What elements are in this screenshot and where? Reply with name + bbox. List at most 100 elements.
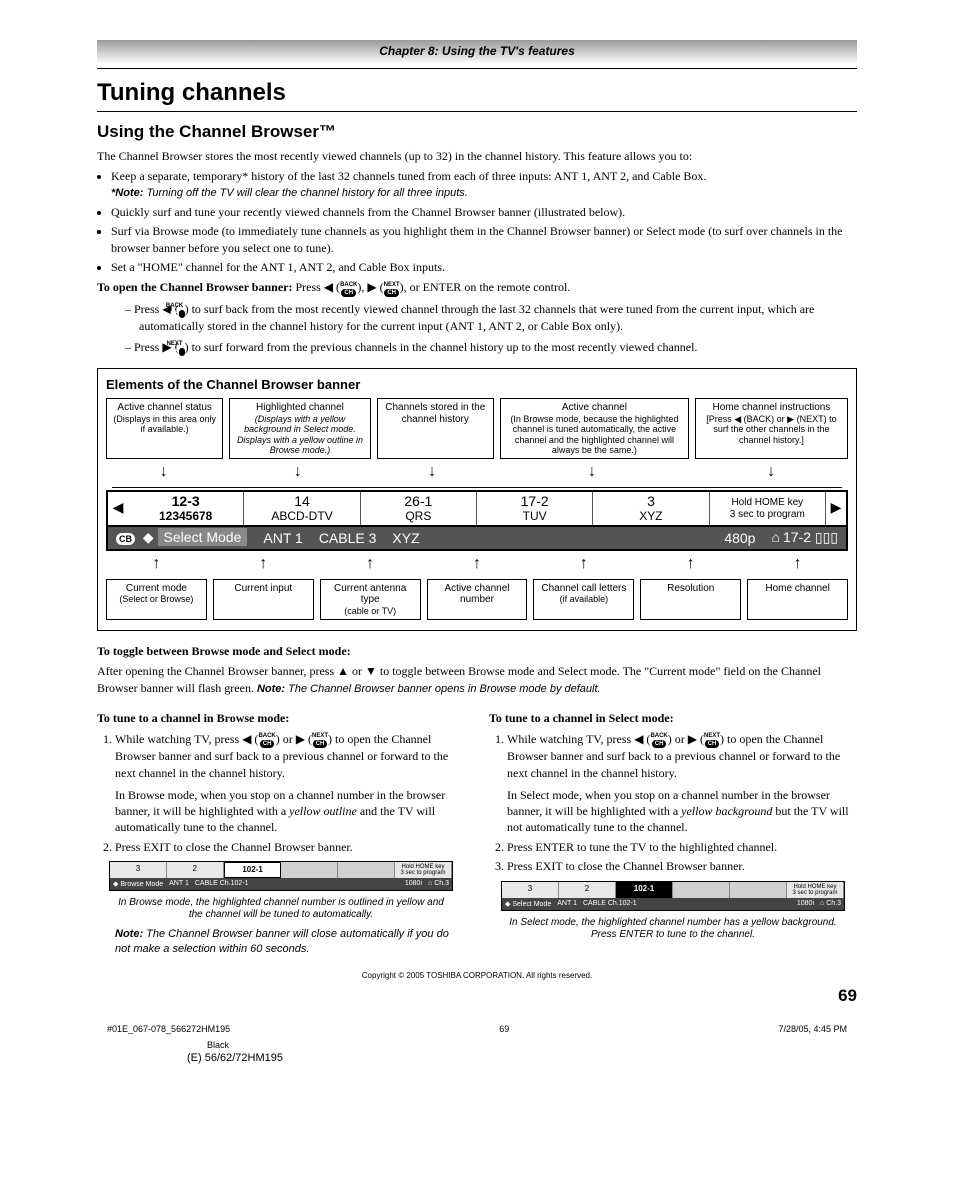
arrow-up-icon xyxy=(533,555,634,577)
back-button-icon-2: BACKCH xyxy=(179,301,185,318)
left-caption: In Browse mode, the highlighted channel … xyxy=(113,897,449,921)
next-button-icon-2: NEXTCH xyxy=(179,339,185,356)
callout-bot-0-t: Current mode xyxy=(126,583,187,594)
left-title: To tune to a channel in Browse mode: xyxy=(97,711,289,725)
mini-cell-0: 3 xyxy=(502,882,559,898)
channel-browser-banner: ◀ 12-3 12345678 14 ABCD-DTV 26-1 QRS 17-… xyxy=(106,490,848,527)
status-resolution: 480p xyxy=(716,530,763,546)
select-mode-column: To tune to a channel in Select mode: Whi… xyxy=(489,706,857,961)
callout-top-0-t: Active channel status xyxy=(117,402,212,413)
arrow-up-icon xyxy=(427,555,528,577)
status-mode: Select Mode xyxy=(158,528,248,546)
open-banner-label: To open the Channel Browser banner: xyxy=(97,280,292,294)
connector-line xyxy=(112,487,842,488)
mini-res: 1080i xyxy=(797,900,814,908)
banner-cell-1: 14 ABCD-DTV xyxy=(244,492,360,525)
section-title: Using the Channel Browser™ xyxy=(97,122,857,142)
arrow-up-icon xyxy=(640,555,741,577)
status-call-letters: XYZ xyxy=(384,530,716,546)
footer-date: 7/28/05, 4:45 PM xyxy=(778,1024,847,1034)
right-caption: In Select mode, the highlighted channel … xyxy=(505,917,841,941)
callouts-top: Active channel status(Displays in this a… xyxy=(106,398,848,459)
dash2-text: to surf forward from the previous channe… xyxy=(192,340,698,354)
dash2-pre: – Press xyxy=(125,340,159,354)
mini-cell-empty xyxy=(338,862,395,878)
callout-bot-3-t: Active channel number xyxy=(444,583,509,606)
mini-cell-0: 3 xyxy=(110,862,167,878)
banner-cell-4-num: 3 xyxy=(595,494,706,509)
page-title: Tuning channels xyxy=(97,79,857,107)
banner-cell-1-num: 14 xyxy=(246,494,357,509)
top-arrows xyxy=(106,463,848,485)
right-title: To tune to a channel in Select mode: xyxy=(489,711,674,725)
status-bar: CB ◆ Select Mode ANT 1 CABLE 3 XYZ 480p … xyxy=(106,527,848,551)
dash-list: – Press ◀ (BACKCH) to surf back from the… xyxy=(125,301,857,357)
next-button-icon: NEXTCH xyxy=(384,280,400,297)
next-button-icon-4: NEXTCH xyxy=(704,731,720,748)
toggle-title: To toggle between Browse mode and Select… xyxy=(97,643,857,659)
diagram-title: Elements of the Channel Browser banner xyxy=(106,377,848,392)
mini-banner-browse: 3 2 102-1 Hold HOME key3 sec to program … xyxy=(109,861,453,891)
dash1-pre: – Press xyxy=(125,302,159,316)
banner-home-cell: Hold HOME key 3 sec to program xyxy=(710,492,826,525)
banner-home-l1: Hold HOME key xyxy=(712,497,823,509)
callouts-bottom: Current mode(Select or Browse) Current i… xyxy=(106,579,848,620)
callout-top-3-d: (In Browse mode, because the highlighted… xyxy=(510,414,678,455)
mini-cell-1: 2 xyxy=(167,862,224,878)
footer-file: #01E_067-078_566272HM195 xyxy=(107,1024,230,1034)
mini-cell-empty xyxy=(730,882,787,898)
mini-banner-select: 3 2 102-1 Hold HOME key3 sec to program … xyxy=(501,881,845,911)
mini-mode: Select Mode xyxy=(512,901,551,908)
banner-cell-2-num: 26-1 xyxy=(363,494,474,509)
mini-home: Ch.3 xyxy=(434,880,449,887)
status-antenna: CABLE 3 xyxy=(311,530,385,546)
footer-model: (E) 56/62/72HM195 xyxy=(187,1052,857,1064)
callout-top-2-t: Channels stored in the channel history xyxy=(385,402,485,425)
dash1-text: to surf back from the most recently view… xyxy=(139,302,814,334)
banner-right-arrow-icon: ▶ xyxy=(826,492,846,525)
bullet-2: Quickly surf and tune your recently view… xyxy=(111,204,857,220)
callout-bot-5-t: Resolution xyxy=(667,583,714,594)
browse-mode-column: To tune to a channel in Browse mode: Whi… xyxy=(97,706,465,961)
callout-top-4-d: [Press ◀ (BACK) or ▶ (NEXT) to surf the … xyxy=(706,414,836,445)
title-rule xyxy=(97,111,857,112)
callout-bot-2-t: Current antenna type xyxy=(334,583,406,606)
arrow-up-icon xyxy=(213,555,314,577)
callout-top-4-t: Home channel instructions xyxy=(713,402,831,413)
mini-cell-1: 2 xyxy=(559,882,616,898)
copyright: Copyright © 2005 TOSHIBA CORPORATION. Al… xyxy=(97,971,857,980)
arrow-down-icon xyxy=(106,463,221,485)
top-rule xyxy=(97,68,857,69)
banner-cell-4-label: XYZ xyxy=(595,510,706,523)
chapter-bar: Chapter 8: Using the TV's features xyxy=(97,40,857,64)
mini-cell-2-highlighted: 102-1 xyxy=(616,882,673,898)
banner-cell-3: 17-2 TUV xyxy=(477,492,593,525)
mini-mode: Browse Mode xyxy=(120,881,163,888)
open-banner-tail: , or ENTER on the remote control. xyxy=(404,280,571,294)
left-step2: Press EXIT to close the Channel Browser … xyxy=(115,839,465,855)
footer-meta: #01E_067-078_566272HM195 69 7/28/05, 4:4… xyxy=(97,1024,857,1034)
mini-home: Ch.3 xyxy=(826,900,841,907)
bottom-arrows xyxy=(106,555,848,577)
toggle-body: After opening the Channel Browser banner… xyxy=(97,663,857,696)
mini-input: ANT 1 xyxy=(169,880,189,888)
arrow-up-icon xyxy=(106,555,207,577)
next-button-icon-3: NEXTCH xyxy=(312,731,328,748)
banner-cell-3-num: 17-2 xyxy=(479,494,590,509)
cb-icon: CB xyxy=(116,533,135,545)
open-banner-line: To open the Channel Browser banner: Pres… xyxy=(97,279,857,297)
bullet-3: Surf via Browse mode (to immediately tun… xyxy=(111,223,857,255)
left-step1: While watching TV, press ◀ (BACKCH) or ▶… xyxy=(115,731,465,836)
arrow-up-icon xyxy=(747,555,848,577)
callout-bot-2-d: (cable or TV) xyxy=(344,606,396,616)
mini-ch: CABLE Ch.102-1 xyxy=(583,900,791,908)
arrow-down-icon xyxy=(694,463,848,485)
callout-bot-4-t: Channel call letters xyxy=(541,583,626,594)
bullet-list: Keep a separate, temporary* history of t… xyxy=(111,168,857,275)
left-note: Note: The Channel Browser banner will cl… xyxy=(115,927,465,957)
banner-cell-0-num: 12-3 xyxy=(130,494,241,509)
mini-ch: CABLE Ch.102-1 xyxy=(195,880,399,888)
arrow-down-icon xyxy=(374,463,489,485)
callout-bot-1-t: Current input xyxy=(234,583,292,594)
mini-res: 1080i xyxy=(405,880,422,888)
